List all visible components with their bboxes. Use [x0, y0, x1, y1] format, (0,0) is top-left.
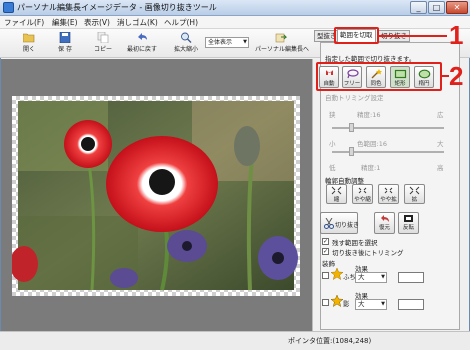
- pointer-position: ポインタ位置:(1084,248): [288, 337, 372, 345]
- title-bar: パーソナル編集長イメージデータ - 画像切り抜きツール _ □ ✕: [0, 0, 470, 16]
- auto-trim-label: 自動トリミング設定: [325, 94, 384, 102]
- keep-selection-checkbox[interactable]: ✓: [322, 238, 329, 245]
- callout-number-1: 1: [449, 20, 464, 50]
- menu-help[interactable]: ヘルプ(H): [164, 17, 198, 28]
- chevron-down-icon: ▼: [381, 274, 385, 280]
- chevron-down-icon: ▼: [381, 301, 385, 307]
- shadow-checkbox[interactable]: [322, 299, 329, 306]
- menu-file[interactable]: ファイル(F): [4, 17, 44, 28]
- zoom-button[interactable]: 拡大縮小: [170, 32, 202, 56]
- slider1-value-label: 精度:16: [357, 111, 381, 119]
- menu-bar: ファイル(F) 編集(E) 表示(V) 消しゴム(K) ヘルプ(H): [0, 16, 470, 29]
- precision-slider-thumb[interactable]: [349, 123, 354, 132]
- app-icon: [3, 2, 14, 13]
- maximize-button[interactable]: □: [428, 1, 445, 14]
- magnifier-icon: [181, 32, 192, 43]
- shadow-color-swatch[interactable]: [398, 299, 424, 310]
- cut-button[interactable]: 切り抜き: [320, 212, 359, 234]
- slider3-max-label: 高: [437, 164, 444, 172]
- trim-after-cut-checkbox[interactable]: ✓: [322, 248, 329, 255]
- slider2-min-label: 小: [329, 140, 336, 148]
- close-button[interactable]: ✕: [446, 1, 468, 14]
- shadow-effect-select[interactable]: 大 ▼: [355, 299, 387, 310]
- restore-button[interactable]: 復元: [374, 212, 395, 234]
- slight-shrink-icon: [358, 187, 367, 194]
- menu-eraser[interactable]: 消しゴム(K): [117, 17, 158, 28]
- callout-line-1: [379, 35, 447, 37]
- keep-selection-label: 残す範囲を選択: [332, 239, 378, 247]
- floppy-icon: [59, 32, 71, 43]
- window-title: パーソナル編集長イメージデータ - 画像切り抜きツール: [17, 3, 217, 12]
- menu-edit[interactable]: 編集(E): [52, 17, 78, 28]
- decoration-label: 装飾: [322, 260, 335, 268]
- slider2-value-label: 色範囲:16: [357, 140, 387, 148]
- callout-box-1: [334, 27, 379, 44]
- slider1-min-label: 狭: [329, 111, 336, 119]
- invert-icon: [404, 215, 413, 222]
- slider2-max-label: 大: [437, 140, 444, 148]
- photo-canvas[interactable]: [12, 96, 300, 296]
- callout-line-2: [442, 75, 449, 77]
- status-bar: ポインタ位置:(1084,248): [0, 331, 470, 350]
- slider3-min-label: 低: [329, 164, 336, 172]
- undo-all-button[interactable]: 最初に戻す: [125, 32, 159, 56]
- open-button[interactable]: 開く: [18, 32, 40, 56]
- anemone-photo: [12, 101, 298, 291]
- contour-slight-expand-button[interactable]: やや拡: [378, 184, 399, 204]
- copy-icon: [97, 32, 109, 43]
- trim-after-cut-label: 切り抜き後にトリミング: [332, 249, 404, 257]
- slider3-value-label: 精度:1: [361, 164, 381, 172]
- callout-box-2: [316, 62, 442, 91]
- export-icon: [275, 33, 287, 43]
- minimize-button[interactable]: _: [410, 1, 427, 14]
- menu-view[interactable]: 表示(V): [84, 17, 110, 28]
- export-button[interactable]: パーソナル編集長へ: [255, 32, 309, 56]
- callout-number-2: 2: [449, 61, 464, 91]
- restore-icon: [381, 215, 389, 222]
- save-button[interactable]: 保 存: [54, 32, 76, 56]
- star-border-icon: [331, 268, 343, 280]
- expand-icon: [409, 186, 420, 195]
- slight-expand-icon: [384, 187, 393, 194]
- border-name: ふち: [343, 273, 356, 281]
- shrink-icon: [331, 186, 342, 195]
- copy-button[interactable]: コピー: [90, 32, 116, 56]
- view-mode-select[interactable]: 全体表示: [205, 37, 249, 48]
- slider1-max-label: 広: [437, 111, 444, 119]
- folder-icon: [23, 33, 35, 43]
- scissors-icon: [324, 218, 334, 229]
- invert-button[interactable]: 反転: [398, 212, 419, 234]
- border-color-swatch[interactable]: [398, 272, 424, 283]
- contour-slight-shrink-button[interactable]: やや縮: [352, 184, 373, 204]
- border-checkbox[interactable]: [322, 272, 329, 279]
- shadow-name: 影: [343, 300, 350, 308]
- contour-shrink-button[interactable]: 縮: [326, 184, 347, 204]
- undo-icon: [138, 33, 147, 40]
- star-shadow-icon: [331, 295, 343, 307]
- contour-expand-button[interactable]: 拡: [404, 184, 425, 204]
- color-range-slider-thumb[interactable]: [349, 147, 354, 156]
- border-effect-select[interactable]: 大 ▼: [355, 272, 387, 283]
